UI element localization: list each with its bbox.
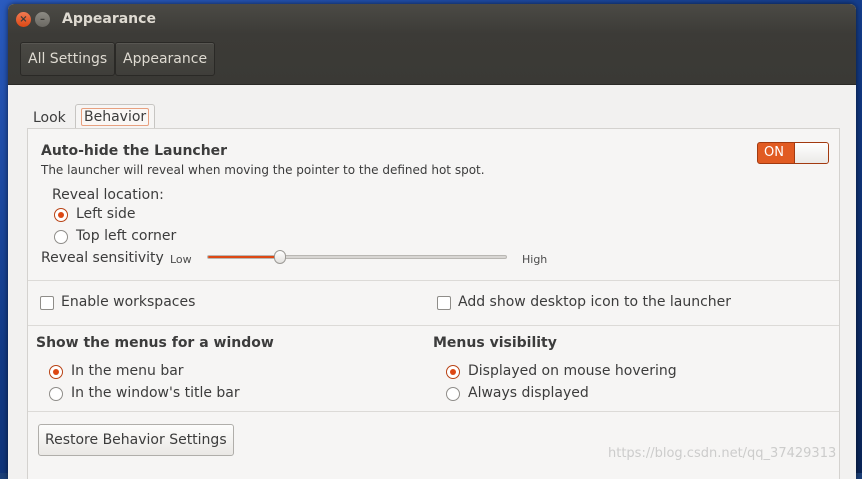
reveal-top-left-label[interactable]: Top left corner	[76, 228, 176, 244]
title-bar-radio[interactable]	[49, 387, 63, 401]
always-displayed-label[interactable]: Always displayed	[468, 385, 589, 401]
divider	[28, 280, 839, 281]
sensitivity-low-label: Low	[170, 253, 192, 266]
toggle-on-label: ON	[764, 145, 784, 160]
close-icon[interactable]: ×	[16, 12, 31, 27]
sensitivity-high-label: High	[522, 253, 548, 266]
mouse-hover-label[interactable]: Displayed on mouse hovering	[468, 363, 677, 379]
toggle-knob	[794, 143, 828, 163]
slider-fill	[208, 256, 280, 258]
menu-bar-radio[interactable]	[49, 365, 63, 379]
divider	[28, 411, 839, 412]
menus-visibility-title: Menus visibility	[433, 335, 557, 351]
reveal-left-side-label[interactable]: Left side	[76, 206, 135, 222]
divider	[28, 325, 839, 326]
appearance-window: × – Appearance All Settings Appearance L…	[8, 4, 856, 479]
tab-behavior-label: Behavior	[81, 108, 150, 126]
breadcrumb-appearance[interactable]: Appearance	[115, 42, 216, 76]
tab-look[interactable]: Look	[27, 107, 72, 129]
minimize-icon[interactable]: –	[35, 12, 50, 27]
reveal-left-side-radio[interactable]	[54, 208, 68, 222]
slider-handle[interactable]	[273, 250, 286, 264]
show-menus-title: Show the menus for a window	[36, 335, 274, 351]
tab-behavior[interactable]: Behavior	[75, 104, 156, 129]
reveal-sensitivity-slider[interactable]	[207, 250, 507, 264]
show-desktop-icon-label[interactable]: Add show desktop icon to the launcher	[458, 294, 731, 310]
enable-workspaces-label[interactable]: Enable workspaces	[61, 294, 195, 310]
behavior-pane: Auto-hide the Launcher The launcher will…	[27, 128, 840, 479]
settings-content: Look Behavior Auto-hide the Launcher The…	[8, 85, 856, 479]
watermark: https://blog.csdn.net/qq_37429313	[608, 446, 837, 461]
menu-bar-label[interactable]: In the menu bar	[71, 363, 184, 379]
enable-workspaces-checkbox[interactable]	[40, 296, 54, 310]
restore-behavior-button[interactable]: Restore Behavior Settings	[38, 424, 234, 456]
mouse-hover-radio[interactable]	[446, 365, 460, 379]
auto-hide-toggle[interactable]: ON	[757, 142, 829, 164]
always-displayed-radio[interactable]	[446, 387, 460, 401]
toolbar: All Settings Appearance	[8, 34, 856, 85]
breadcrumb-all-settings[interactable]: All Settings	[20, 42, 116, 76]
auto-hide-description: The launcher will reveal when moving the…	[41, 163, 485, 177]
reveal-sensitivity-label: Reveal sensitivity	[41, 250, 164, 266]
window-title: Appearance	[62, 11, 156, 27]
reveal-location-label: Reveal location:	[52, 187, 164, 203]
title-bar-label[interactable]: In the window's title bar	[71, 385, 240, 401]
show-desktop-icon-checkbox[interactable]	[437, 296, 451, 310]
auto-hide-title: Auto-hide the Launcher	[41, 143, 228, 159]
reveal-top-left-radio[interactable]	[54, 230, 68, 244]
title-bar[interactable]: × – Appearance	[8, 4, 856, 34]
